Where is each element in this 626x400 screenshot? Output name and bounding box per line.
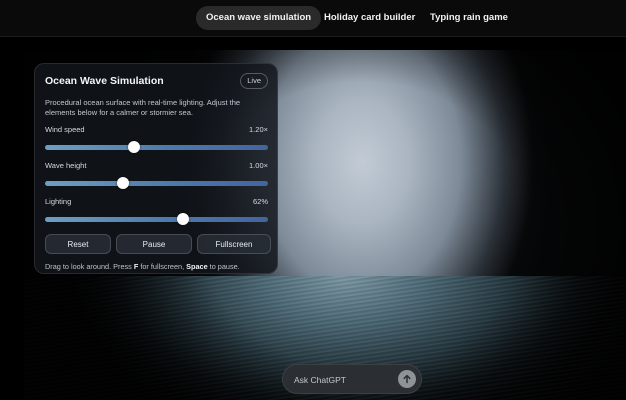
wave-height-slider[interactable] [45, 177, 268, 189]
ask-chatgpt-input[interactable] [294, 373, 390, 387]
wind-speed-slider-thumb[interactable] [128, 141, 141, 153]
control-panel: Ocean Wave Simulation Live Procedural oc… [34, 63, 278, 274]
wind-speed-label: Wind speed [45, 125, 85, 134]
wind-speed-value: 1.20× [249, 125, 268, 134]
lighting-control: Lighting 62% [45, 197, 268, 233]
arrow-up-icon [403, 374, 411, 384]
wave-height-value: 1.00× [249, 161, 268, 170]
ask-chatgpt-bar [282, 364, 422, 394]
lighting-label: Lighting [45, 197, 72, 206]
pause-button[interactable]: Pause [116, 234, 192, 254]
lighting-slider[interactable] [45, 213, 268, 225]
panel-buttons: Reset Pause Fullscreen [45, 234, 271, 256]
wind-speed-control: Wind speed 1.20× [45, 125, 268, 161]
hint-key-space: Space [186, 262, 208, 271]
wave-height-control: Wave height 1.00× [45, 161, 268, 197]
fullscreen-button[interactable]: Fullscreen [197, 234, 271, 254]
live-badge: Live [240, 73, 268, 89]
lighting-value: 62% [252, 197, 268, 206]
reset-button[interactable]: Reset [45, 234, 111, 254]
keyboard-hint: Drag to look around. Press F for fullscr… [45, 262, 240, 271]
panel-title: Ocean Wave Simulation [45, 75, 164, 87]
wave-height-slider-thumb[interactable] [117, 177, 130, 189]
wave-height-label: Wave height [45, 161, 87, 170]
tab-typing-rain-game[interactable]: Typing rain game [420, 6, 518, 30]
wind-speed-slider[interactable] [45, 141, 268, 153]
top-tab-bar: Ocean wave simulation Holiday card build… [0, 0, 626, 37]
panel-header: Ocean Wave Simulation Live [45, 73, 268, 91]
panel-description: Procedural ocean surface with real-time … [45, 98, 241, 117]
tab-holiday-card-builder[interactable]: Holiday card builder [314, 6, 425, 30]
send-button[interactable] [398, 370, 416, 388]
lighting-slider-thumb[interactable] [177, 213, 190, 225]
tab-ocean-wave-simulation[interactable]: Ocean wave simulation [196, 6, 322, 30]
page: Ocean wave simulation Holiday card build… [0, 0, 626, 400]
